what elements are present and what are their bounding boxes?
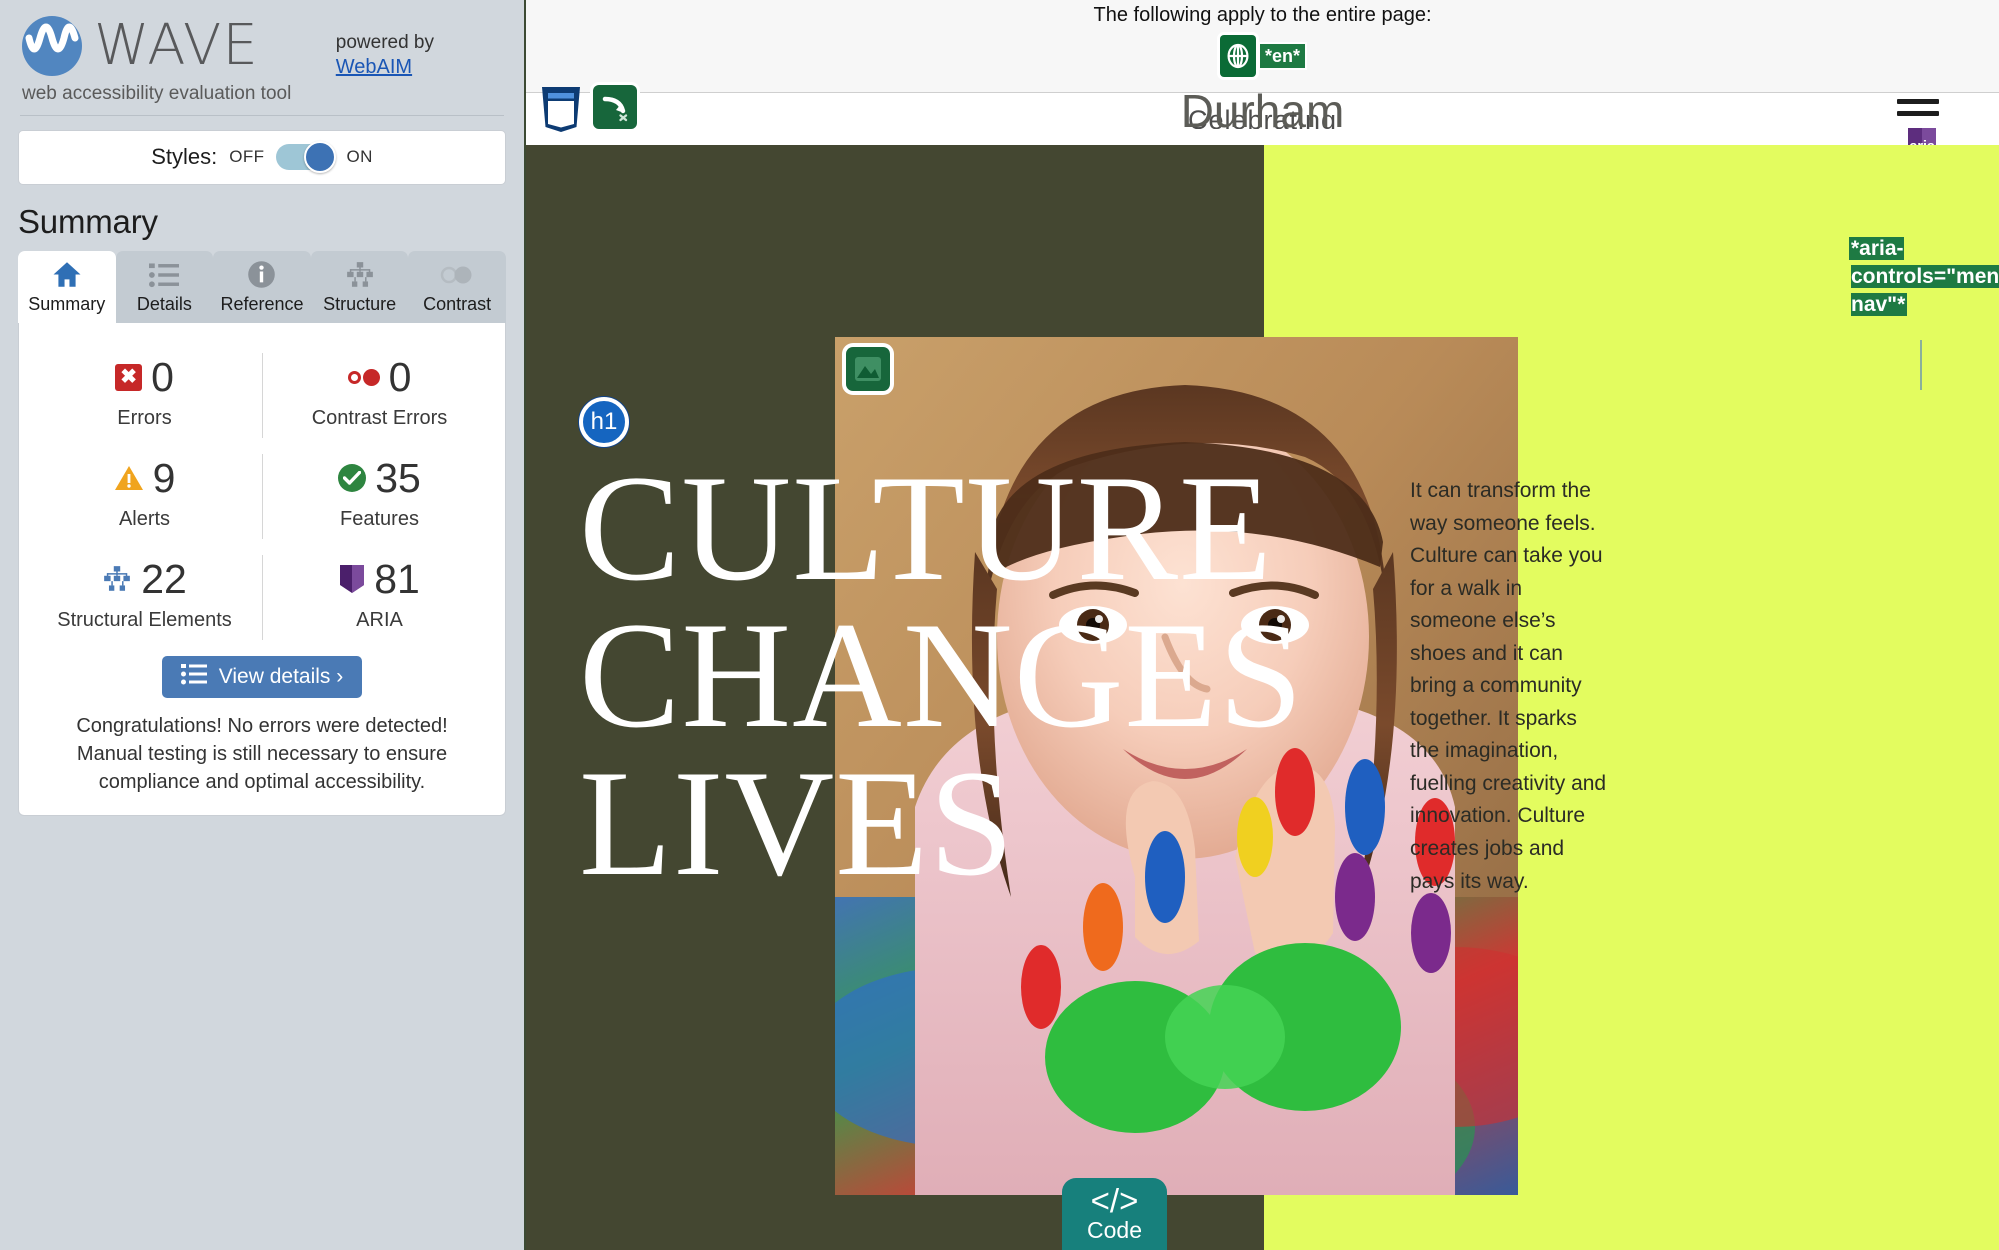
stat-features-value: 35 <box>375 454 421 501</box>
stat-structural-elements-label: Structural Elements <box>57 608 232 631</box>
h1-badge-label: h1 <box>590 408 618 435</box>
styles-label: Styles: <box>151 144 218 170</box>
styles-toggle-bar: Styles: OFF ON <box>18 129 506 185</box>
aria-annotation-stem <box>1920 340 1922 390</box>
tab-details-label: Details <box>136 293 192 314</box>
stat-features-label: Features <box>340 507 419 530</box>
stat-aria: 81 ARIA <box>262 547 497 648</box>
sidebar-tabs: Summary Details Reference Structure Cont… <box>18 250 506 323</box>
wave-app: WAVE powered by WebAIM web accessibility… <box>0 0 1999 1250</box>
durham-logo[interactable]: Celebrating Durham <box>1033 81 1493 129</box>
stat-aria-label: ARIA <box>356 608 403 631</box>
page-preview: The following apply to the entire page: … <box>526 0 1999 1250</box>
home-icon <box>18 260 116 290</box>
html5-structure-icon[interactable] <box>539 85 583 133</box>
structure-icon <box>102 566 132 592</box>
stat-structural-elements: 22 Structural Elements <box>27 547 262 648</box>
tab-reference[interactable]: Reference <box>213 250 311 323</box>
contrast-icon <box>408 260 506 290</box>
styles-on-label: ON <box>346 147 373 167</box>
hamburger-menu-icon[interactable] <box>1897 99 1939 116</box>
summary-panel: ✖ 0 Errors 0 Contrast Errors 9 Alerts 35… <box>18 322 506 816</box>
page-title: Summary <box>18 202 158 240</box>
stat-errors-label: Errors <box>117 406 172 429</box>
broken-skip-link-icon[interactable] <box>593 85 637 129</box>
stat-grid: ✖ 0 Errors 0 Contrast Errors 9 Alerts 35… <box>27 345 497 648</box>
language-globe-icon[interactable] <box>1219 35 1256 77</box>
stat-errors-value: 0 <box>151 353 174 400</box>
list-icon <box>116 260 214 290</box>
view-code-label: Code <box>1087 1216 1142 1243</box>
info-icon <box>213 260 311 290</box>
contrast-error-icon <box>347 368 380 386</box>
view-code-button[interactable]: </> Code <box>1062 1178 1167 1250</box>
header-wave-icons <box>539 85 637 133</box>
site-header: Celebrating Durham aria <box>526 85 1999 167</box>
wave-brand-header: WAVE powered by WebAIM web accessibility… <box>0 0 524 105</box>
toggle-knob <box>304 141 337 174</box>
aria-icon <box>339 564 365 594</box>
wave-sidebar: WAVE powered by WebAIM web accessibility… <box>0 0 526 1250</box>
h1-heading-badge[interactable]: h1 <box>579 397 629 447</box>
tab-contrast[interactable]: Contrast <box>408 250 506 323</box>
powered-by-block: powered by WebAIM <box>336 14 504 79</box>
alert-icon <box>114 465 144 492</box>
hero-heading: CULTURE CHANGES LIVES <box>579 444 1304 907</box>
durham-logo-name: Durham <box>1180 85 1345 129</box>
tab-reference-label: Reference <box>220 293 304 314</box>
feature-icon <box>338 464 367 493</box>
stat-contrast-errors-value: 0 <box>388 353 412 400</box>
tab-contrast-label: Contrast <box>423 293 492 314</box>
webaim-link[interactable]: WebAIM <box>336 56 434 79</box>
error-icon: ✖ <box>115 363 143 391</box>
tab-structure[interactable]: Structure <box>310 250 409 323</box>
wave-wordmark: WAVE <box>94 13 259 78</box>
stat-alerts-label: Alerts <box>118 507 171 530</box>
stat-contrast-errors: 0 Contrast Errors <box>262 345 497 446</box>
aria-controls-annotation: *aria-controls="menu-nav"* <box>1851 235 1999 319</box>
tab-summary[interactable]: Summary <box>18 250 116 323</box>
powered-by-label: powered by <box>335 32 434 53</box>
structure-icon <box>311 260 409 290</box>
hero-body-text: It can transform the way someone feels. … <box>1410 479 1607 893</box>
language-code-label: *en* <box>1259 43 1305 69</box>
tab-details[interactable]: Details <box>115 250 214 323</box>
list-icon <box>180 663 207 691</box>
stat-alerts-value: 9 <box>152 454 176 501</box>
styles-toggle-switch[interactable] <box>276 141 337 174</box>
page-level-banner-text: The following apply to the entire page: <box>1093 4 1432 26</box>
stat-contrast-errors-label: Contrast Errors <box>311 406 448 429</box>
page-level-icons: *en* <box>526 35 1999 77</box>
header-divider <box>20 114 504 116</box>
stat-features: 35 Features <box>262 446 497 547</box>
image-icon[interactable] <box>846 347 890 391</box>
stat-aria-value: 81 <box>374 555 420 602</box>
stat-alerts: 9 Alerts <box>27 446 262 547</box>
view-details-label: View details › <box>218 664 344 688</box>
tab-summary-label: Summary <box>28 293 106 314</box>
wave-logo-icon <box>20 14 84 78</box>
code-icon: </> <box>1090 1181 1139 1219</box>
wave-tagline: web accessibility evaluation tool <box>22 82 292 104</box>
view-details-button[interactable]: View details › <box>162 655 362 698</box>
hero-section: *aria-controls="menu-nav"* h1 CULTURE CH… <box>526 145 1999 1250</box>
styles-off-label: OFF <box>229 147 265 167</box>
stat-errors: ✖ 0 Errors <box>27 345 262 446</box>
page-level-banner: The following apply to the entire page: … <box>526 0 1999 93</box>
congratulations-message: Congratulations! No errors were detected… <box>76 714 448 794</box>
stat-structural-elements-value: 22 <box>141 555 187 602</box>
tab-structure-label: Structure <box>323 293 397 314</box>
